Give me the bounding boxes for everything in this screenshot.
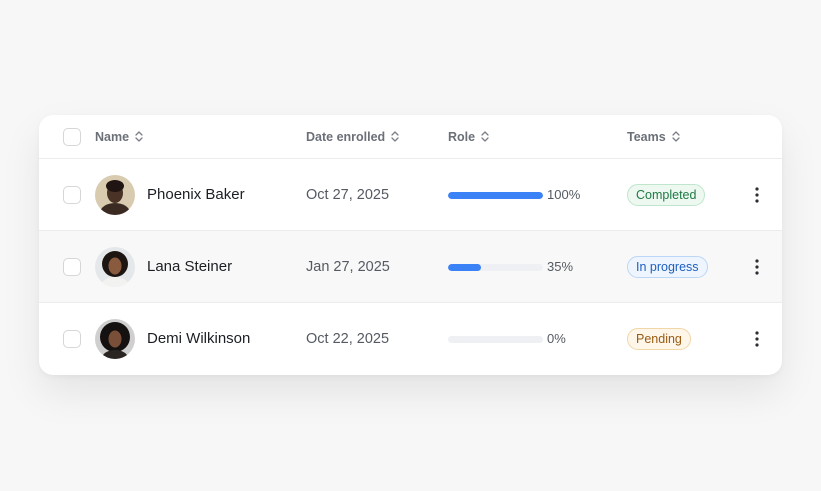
column-header-name-label: Name <box>95 130 130 144</box>
column-header-role[interactable]: Role <box>448 115 489 159</box>
column-header-date[interactable]: Date enrolled <box>306 115 399 159</box>
status-badge: Completed <box>627 184 706 206</box>
progress-percent: 100% <box>547 187 581 202</box>
row-checkbox[interactable] <box>63 258 81 276</box>
column-header-teams-label: Teams <box>627 130 666 144</box>
progress-fill <box>448 192 543 199</box>
progress-bar <box>448 192 543 199</box>
sort-icon[interactable] <box>672 116 680 160</box>
select-all-checkbox[interactable] <box>63 128 81 146</box>
user-name: Demi Wilkinson <box>147 330 251 347</box>
avatar <box>95 247 135 287</box>
progress-bar <box>448 336 543 343</box>
progress-percent: 35% <box>547 259 574 274</box>
sort-icon[interactable] <box>391 116 399 160</box>
column-header-name[interactable]: Name <box>95 115 143 159</box>
more-options-icon[interactable] <box>751 186 763 204</box>
column-header-role-label: Role <box>448 130 476 144</box>
table-row[interactable]: Lana Steiner Jan 27, 2025 35% In progres… <box>39 231 782 303</box>
sort-icon[interactable] <box>481 116 489 160</box>
progress-bar <box>448 264 543 271</box>
progress-fill <box>448 264 482 271</box>
column-header-date-label: Date enrolled <box>306 130 386 144</box>
more-options-icon[interactable] <box>751 330 763 348</box>
progress-percent: 0% <box>547 331 566 346</box>
status-badge: Pending <box>627 328 691 350</box>
table-row[interactable]: Phoenix Baker Oct 27, 2025 100% Complete… <box>39 159 782 231</box>
table-header: Name Date enrolled Role Teams <box>39 115 782 159</box>
row-checkbox[interactable] <box>63 330 81 348</box>
avatar <box>95 319 135 359</box>
status-badge: In progress <box>627 256 708 278</box>
more-options-icon[interactable] <box>751 258 763 276</box>
row-checkbox[interactable] <box>63 186 81 204</box>
user-name: Lana Steiner <box>147 258 233 275</box>
sort-icon[interactable] <box>135 116 143 160</box>
table-row[interactable]: Demi Wilkinson Oct 22, 2025 0% Pending <box>39 303 782 375</box>
avatar <box>95 175 135 215</box>
column-header-teams[interactable]: Teams <box>627 115 680 159</box>
date-enrolled: Oct 27, 2025 <box>306 187 390 203</box>
user-name: Phoenix Baker <box>147 186 245 203</box>
enrollment-table: Name Date enrolled Role Teams Phoenix Ba… <box>39 115 782 375</box>
date-enrolled: Oct 22, 2025 <box>306 331 390 347</box>
date-enrolled: Jan 27, 2025 <box>306 259 390 275</box>
